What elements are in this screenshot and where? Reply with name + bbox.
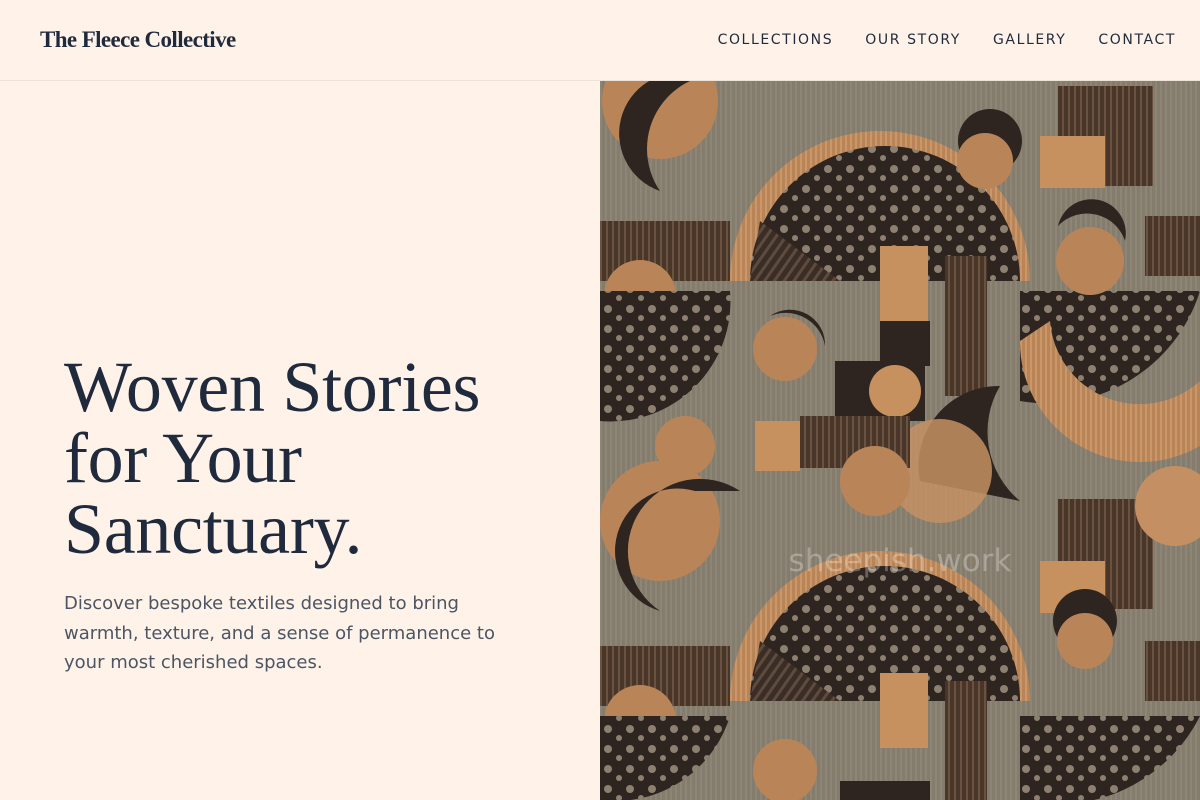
main-nav: COLLECTIONS OUR STORY GALLERY CONTACT [718,32,1176,48]
nav-contact[interactable]: CONTACT [1098,32,1176,48]
nav-gallery[interactable]: GALLERY [993,32,1066,48]
textile-pattern-illustration [600,81,1200,800]
headline-line-3: Sanctuary. [64,489,363,569]
headline-line-2: for Your [64,418,302,498]
hero-subtext: Discover bespoke textiles designed to br… [64,593,495,673]
nav-our-story[interactable]: OUR STORY [865,32,961,48]
hero-textile-image: sheepish.work [600,81,1200,800]
nav-collections[interactable]: COLLECTIONS [718,32,834,48]
hero-section: Woven Stories for Your Sanctuary. Discov… [64,347,544,678]
site-header: The Fleece Collective COLLECTIONS OUR ST… [0,0,1200,81]
headline-line-1: Woven Stories [64,347,481,427]
hero-headline: Woven Stories for Your Sanctuary. [64,347,544,569]
site-logo[interactable]: The Fleece Collective [40,27,236,53]
